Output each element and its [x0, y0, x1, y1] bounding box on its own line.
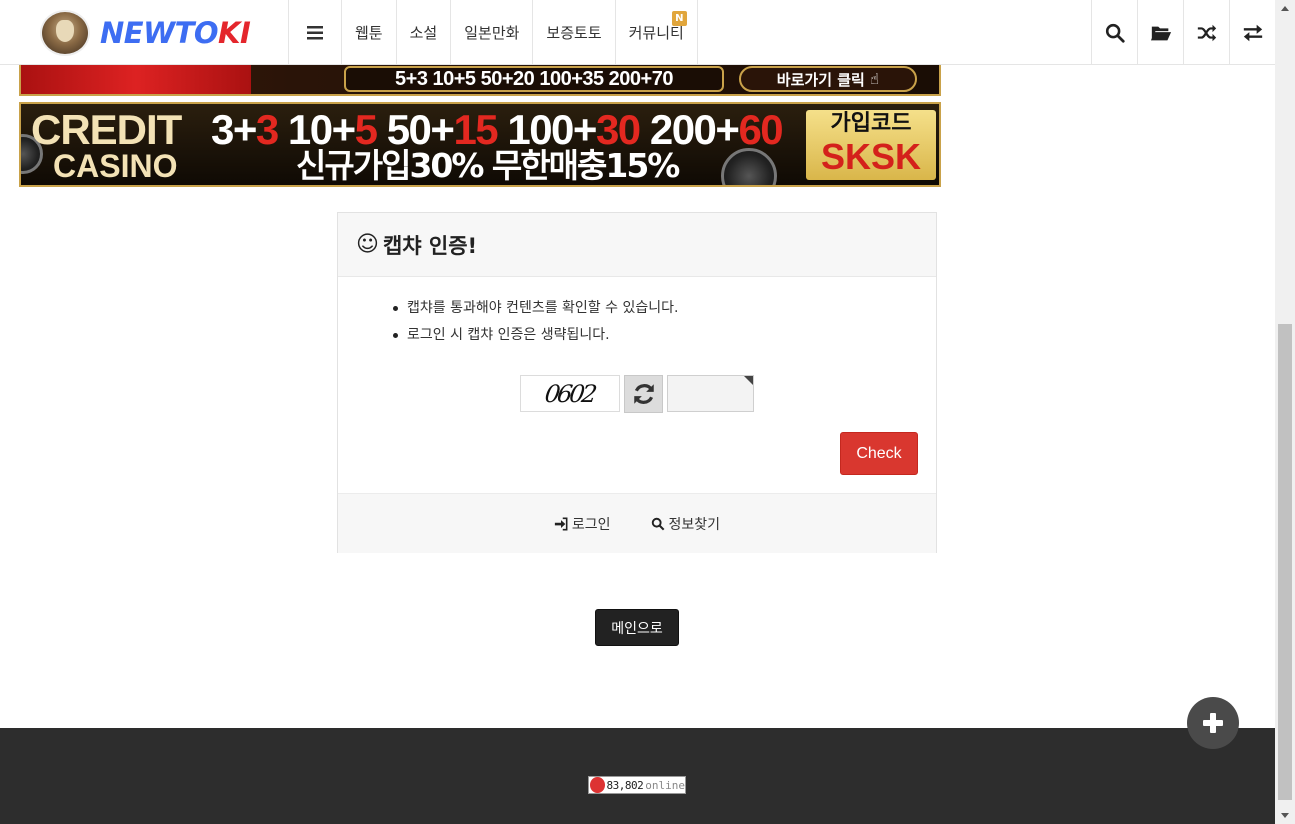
panel-header: ☺ 캡챠 인증! [338, 213, 936, 277]
chevron-up-icon [1281, 6, 1289, 11]
banner-cta[interactable]: 바로가기 클릭 ☝ [739, 66, 917, 92]
switch-button[interactable] [1229, 0, 1275, 65]
banner-brand-line2: CASINO [53, 148, 178, 184]
nav-item-community[interactable]: 커뮤니티 N [616, 0, 698, 65]
site-header: NEWTOKI 웹툰 소설 일본만화 보증토토 커뮤니티 N [0, 0, 1275, 65]
online-counter: 83,802 online [588, 776, 686, 794]
search-icon [651, 517, 664, 530]
captcha-image: 0602 [520, 375, 620, 412]
smile-icon: ☺ [356, 232, 379, 257]
scrollbar-thumb[interactable] [1278, 324, 1292, 800]
captcha-panel: ☺ 캡챠 인증! 캡챠를 통과해야 컨텐츠를 확인할 수 있습니다. 로그인 시… [337, 212, 937, 553]
scroll-up-arrow[interactable] [1275, 0, 1295, 17]
sign-in-icon [554, 517, 568, 530]
nav-item-manga[interactable]: 일본만화 [451, 0, 534, 65]
ad-banner-top[interactable]: 5+3 10+5 50+20 100+35 200+70 바로가기 클릭 ☝ [19, 62, 941, 96]
refresh-icon [633, 384, 654, 404]
page-scrollbar[interactable] [1275, 0, 1295, 824]
find-info-label: 정보찾기 [668, 516, 721, 533]
signup-code-value: SKSK [820, 136, 922, 177]
menu-button[interactable] [289, 0, 342, 65]
find-info-link[interactable]: 정보찾기 [651, 514, 721, 534]
search-icon [1105, 23, 1125, 43]
nav-item-label: 보증토토 [546, 24, 602, 42]
main-nav: 웹툰 소설 일본만화 보증토토 커뮤니티 N [288, 0, 698, 65]
ad-banner-casino[interactable]: CREDIT CASINO 3+3 10+5 50+15 100+30 200+… [19, 102, 941, 187]
captcha-input[interactable] [667, 375, 754, 412]
nav-item-label: 웹툰 [355, 24, 383, 42]
banner-red-graphic [21, 64, 251, 94]
logo-avatar [40, 10, 90, 56]
check-button[interactable]: Check [840, 432, 918, 475]
captcha-refresh-button[interactable] [624, 375, 663, 413]
banner-brand-line1: CREDIT [31, 106, 182, 153]
panel-title: 캡챠 인증! [382, 233, 478, 258]
new-badge: N [671, 11, 687, 26]
nav-item-webtoon[interactable]: 웹툰 [342, 0, 397, 65]
banner-subtext: 신규가입30% 무한매충15% [296, 146, 680, 185]
login-label: 로그인 [571, 516, 611, 533]
casino-chip-graphic [721, 148, 777, 185]
counter-icon [590, 777, 605, 793]
scroll-down-arrow[interactable] [1275, 807, 1295, 824]
signup-code-label: 가입코드 [830, 111, 912, 136]
online-label: online [645, 778, 685, 792]
nav-item-label: 소설 [409, 24, 438, 42]
logo-text: NEWTOKI [100, 16, 251, 50]
chevron-down-icon [1281, 813, 1289, 818]
list-item: 캡챠를 통과해야 컨텐츠를 확인할 수 있습니다. [386, 295, 678, 322]
banner-cta-label: 바로가기 클릭 [776, 70, 865, 89]
bookmark-folder-button[interactable] [1137, 0, 1183, 65]
banner-offer: 5+3 10+5 50+20 100+35 200+70 [344, 66, 724, 92]
hamburger-menu-icon [307, 25, 323, 39]
nav-item-label: 일본만화 [464, 24, 520, 42]
exchange-icon [1243, 24, 1262, 41]
nav-item-toto[interactable]: 보증토토 [533, 0, 616, 65]
banner-signup-code: 가입코드 SKSK [806, 110, 936, 180]
site-footer: 83,802 online [0, 728, 1275, 824]
login-link[interactable]: 로그인 [554, 514, 611, 534]
panel-footer: 로그인 정보찾기 [338, 493, 936, 553]
shuffle-icon [1197, 24, 1216, 41]
site-logo[interactable]: NEWTOKI [40, 10, 251, 56]
floating-plus-button[interactable] [1187, 697, 1239, 749]
folder-open-icon [1150, 26, 1171, 40]
go-main-button[interactable]: 메인으로 [595, 609, 679, 646]
nav-item-novel[interactable]: 소설 [397, 0, 452, 65]
random-button[interactable] [1183, 0, 1229, 65]
captcha-notes: 캡챠를 통과해야 컨텐츠를 확인할 수 있습니다. 로그인 시 캡챠 인증은 생… [386, 295, 678, 349]
list-item: 로그인 시 캡챠 인증은 생략됩니다. [386, 322, 678, 349]
header-actions [1091, 0, 1275, 65]
plus-icon [1203, 713, 1223, 733]
captcha-image-text: 0602 [543, 379, 597, 408]
online-count: 83,802 [606, 778, 644, 792]
search-button[interactable] [1091, 0, 1137, 65]
